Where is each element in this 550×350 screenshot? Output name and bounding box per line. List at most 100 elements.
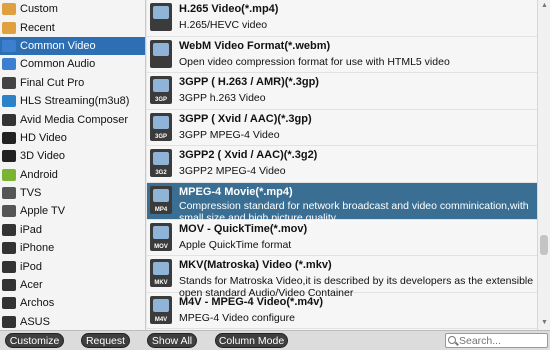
sidebar-item-common-audio[interactable]: Common Audio [0, 55, 145, 73]
sidebar-item-acer[interactable]: Acer [0, 276, 145, 294]
format-item[interactable]: 3G2 3GPP2 ( Xvid / AAC)(*.3g2) 3GPP2 MPEG-… [147, 146, 537, 183]
format-item[interactable]: WebM Video Format(*.webm) Open video comp… [147, 37, 537, 74]
request-button[interactable]: Request [81, 333, 130, 348]
format-title: 3GPP2 ( Xvid / AAC)(*.3g2) [179, 149, 318, 162]
format-item[interactable]: MP4 MPEG-4 Movie(*.mp4) Compression standa… [147, 182, 537, 224]
mp4-icon: MP4 [150, 185, 172, 214]
sidebar-item-label: Final Cut Pro [20, 76, 85, 89]
sidebar-item-ipod[interactable]: iPod [0, 257, 145, 275]
ipod-icon [2, 260, 16, 273]
format-item[interactable]: 3GP 3GPP ( H.263 / AMR)(*.3gp) 3GPP h.263 … [147, 73, 537, 110]
format-badge: 3G2 [155, 170, 167, 177]
scroll-down-arrow-icon[interactable]: ▼ [539, 318, 550, 328]
format-picker-window: Custom Recent Common Video Common Audio Fina… [0, 0, 550, 350]
format-text: WebM Video Format(*.webm) Open video comp… [179, 38, 537, 68]
format-title: MKV(Matroska) Video (*.mkv) [179, 259, 332, 272]
format-item[interactable]: 3GP 3GPP ( Xvid / AAC)(*.3gp) 3GPP MPEG-4 … [147, 110, 537, 147]
search-input[interactable] [445, 333, 548, 348]
column-mode-button[interactable]: Column Mode [215, 333, 288, 348]
show-all-button[interactable]: Show All [147, 333, 197, 348]
sidebar-item-tvs[interactable]: TVS [0, 184, 145, 202]
sidebar-item-custom[interactable]: Custom [0, 0, 145, 18]
format-glyph [153, 152, 169, 166]
sidebar-item-3d-video[interactable]: 3D Video [0, 147, 145, 165]
format-text: M4V - MPEG-4 Video(*.m4v) MPEG-4 Video co… [179, 294, 537, 324]
tv-icon [2, 187, 16, 200]
sidebar-item-android[interactable]: Android [0, 166, 145, 184]
format-description: H.265/HEVC video [179, 19, 268, 31]
iphone-icon [2, 242, 16, 255]
webm-icon [150, 39, 172, 68]
format-badge: MOV [154, 243, 168, 250]
h265-icon [150, 3, 172, 31]
recent-icon [2, 21, 16, 34]
format-description: 3GPP MPEG-4 Video [179, 128, 280, 141]
format-title: MPEG-4 Movie(*.mp4) [179, 185, 293, 198]
format-title: WebM Video Format(*.webm) [179, 39, 331, 52]
sidebar-item-label: Recent [20, 21, 55, 34]
format-title: M4V - MPEG-4 Video(*.m4v) [179, 295, 324, 308]
format-glyph [153, 79, 169, 93]
format-glyph [153, 225, 169, 239]
sidebar-item-avid-media-composer[interactable]: Avid Media Composer [0, 110, 145, 128]
search-icon [448, 336, 456, 344]
format-description: Apple QuickTime format [179, 238, 292, 251]
sidebar-item-label: iPad [20, 223, 43, 236]
format-description: 3GPP h.263 Video [179, 92, 266, 105]
sidebar-item-label: Acer [20, 279, 43, 292]
scroll-thumb[interactable] [540, 235, 548, 255]
format-item[interactable]: M4V M4V - MPEG-4 Video(*.m4v) MPEG-4 Video… [147, 293, 537, 330]
sidebar-item-final-cut-pro[interactable]: Final Cut Pro [0, 74, 145, 92]
format-item[interactable]: H.265 Video(*.mp4) H.265/HEVC video [147, 0, 537, 37]
scroll-up-arrow-icon[interactable]: ▲ [539, 1, 550, 11]
final-cut-pro-icon [2, 76, 16, 89]
sidebar-item-recent[interactable]: Recent [0, 18, 145, 36]
sidebar-item-hd-video[interactable]: HD Video [0, 129, 145, 147]
format-glyph [153, 262, 169, 276]
hd-video-icon [2, 131, 16, 144]
format-text: 3GPP2 ( Xvid / AAC)(*.3g2) 3GPP2 MPEG-4 V… [179, 147, 537, 177]
hls-streaming-icon [2, 95, 16, 108]
m4v-icon: M4V [150, 295, 172, 324]
sidebar-item-label: Apple TV [20, 205, 66, 218]
sidebar-item-label: 3D Video [20, 150, 66, 163]
sidebar-item-ipad[interactable]: iPad [0, 221, 145, 239]
acer-icon [2, 279, 16, 292]
sidebar-item-label: HD Video [20, 131, 67, 144]
sidebar-item-label: Custom [20, 3, 58, 16]
format-text: H.265 Video(*.mp4) H.265/HEVC video [179, 1, 537, 31]
sidebar-item-label: Android [20, 168, 58, 181]
format-glyph [153, 188, 169, 202]
sidebar-item-archos[interactable]: Archos [0, 294, 145, 312]
format-glyph [153, 6, 169, 19]
sidebar-item-apple-tv[interactable]: Apple TV [0, 202, 145, 220]
format-title: MOV - QuickTime(*.mov) [179, 222, 308, 235]
apple-tv-icon [2, 205, 16, 218]
sidebar-item-asus[interactable]: ASUS [0, 313, 145, 330]
format-badge: M4V [154, 316, 168, 323]
common-video-icon [2, 39, 16, 52]
sidebar-item-iphone[interactable]: iPhone [0, 239, 145, 257]
sidebar-item-common-video[interactable]: Common Video [0, 36, 145, 56]
format-list: H.265 Video(*.mp4) H.265/HEVC video WebM V… [147, 0, 537, 330]
3gp-icon: 3GP [150, 76, 172, 105]
sidebar-item-label: Avid Media Composer [20, 113, 129, 126]
category-sidebar: Custom Recent Common Video Common Audio Fina… [0, 0, 146, 330]
sidebar-item-label: ASUS [20, 315, 50, 328]
bottom-toolbar: Customize Request Show All Column Mode [0, 330, 550, 350]
3gp-icon: 3GP [150, 112, 172, 141]
3d-video-icon [2, 150, 16, 163]
format-title: 3GPP ( H.263 / AMR)(*.3gp) [179, 76, 319, 89]
format-item[interactable]: MKV MKV(Matroska) Video (*.mkv) Stands for… [147, 256, 537, 299]
sidebar-item-label: Archos [20, 297, 55, 310]
format-glyph [153, 42, 169, 56]
common-audio-icon [2, 58, 16, 71]
format-text: MPEG-4 Movie(*.mp4) Compression standard … [179, 184, 537, 224]
3g2-icon: 3G2 [150, 149, 172, 178]
sidebar-item-hls-streaming-m3u8[interactable]: HLS Streaming(m3u8) [0, 92, 145, 110]
customize-button[interactable]: Customize [5, 333, 64, 348]
sidebar-item-label: Common Audio [20, 58, 96, 71]
sidebar-item-label: Common Video [20, 39, 96, 52]
format-item[interactable]: MOV MOV - QuickTime(*.mov) Apple QuickTime… [147, 220, 537, 257]
format-list-scrollbar[interactable]: ▲ ▼ [537, 0, 550, 330]
